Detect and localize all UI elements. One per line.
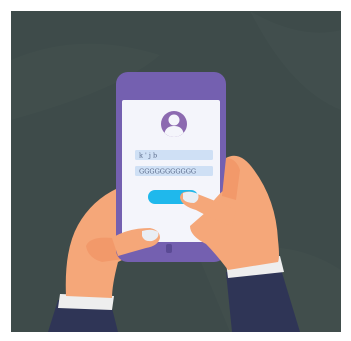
home-button-icon[interactable] [166, 244, 172, 253]
password-value: GGGGGGGGGGG [139, 168, 196, 176]
username-value: k ' j b [139, 152, 157, 160]
login-illustration: k ' j b GGGGGGGGGGG [0, 0, 351, 341]
user-icon [161, 111, 187, 137]
illustration: k ' j b GGGGGGGGGGG [0, 0, 351, 341]
